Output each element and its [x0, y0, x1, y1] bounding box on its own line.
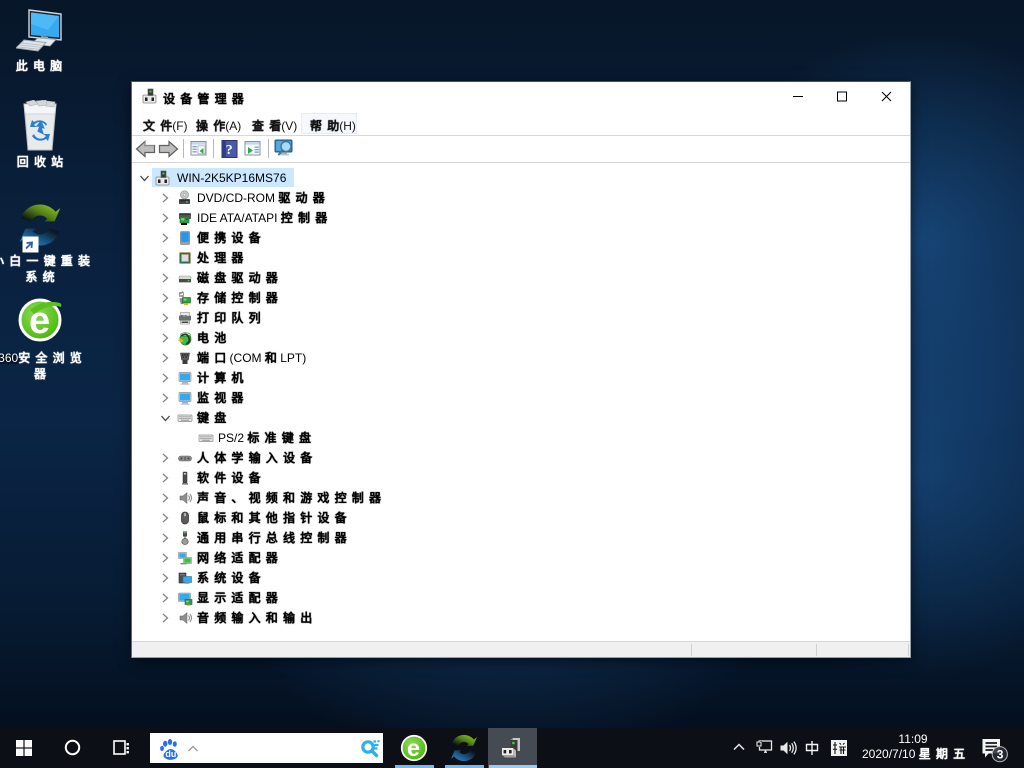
svg-text:e: e	[29, 300, 50, 342]
svg-text:e: e	[407, 735, 420, 761]
svg-text:3: 3	[997, 747, 1004, 761]
svg-text:du: du	[165, 749, 176, 759]
svg-text:?: ?	[226, 143, 233, 158]
